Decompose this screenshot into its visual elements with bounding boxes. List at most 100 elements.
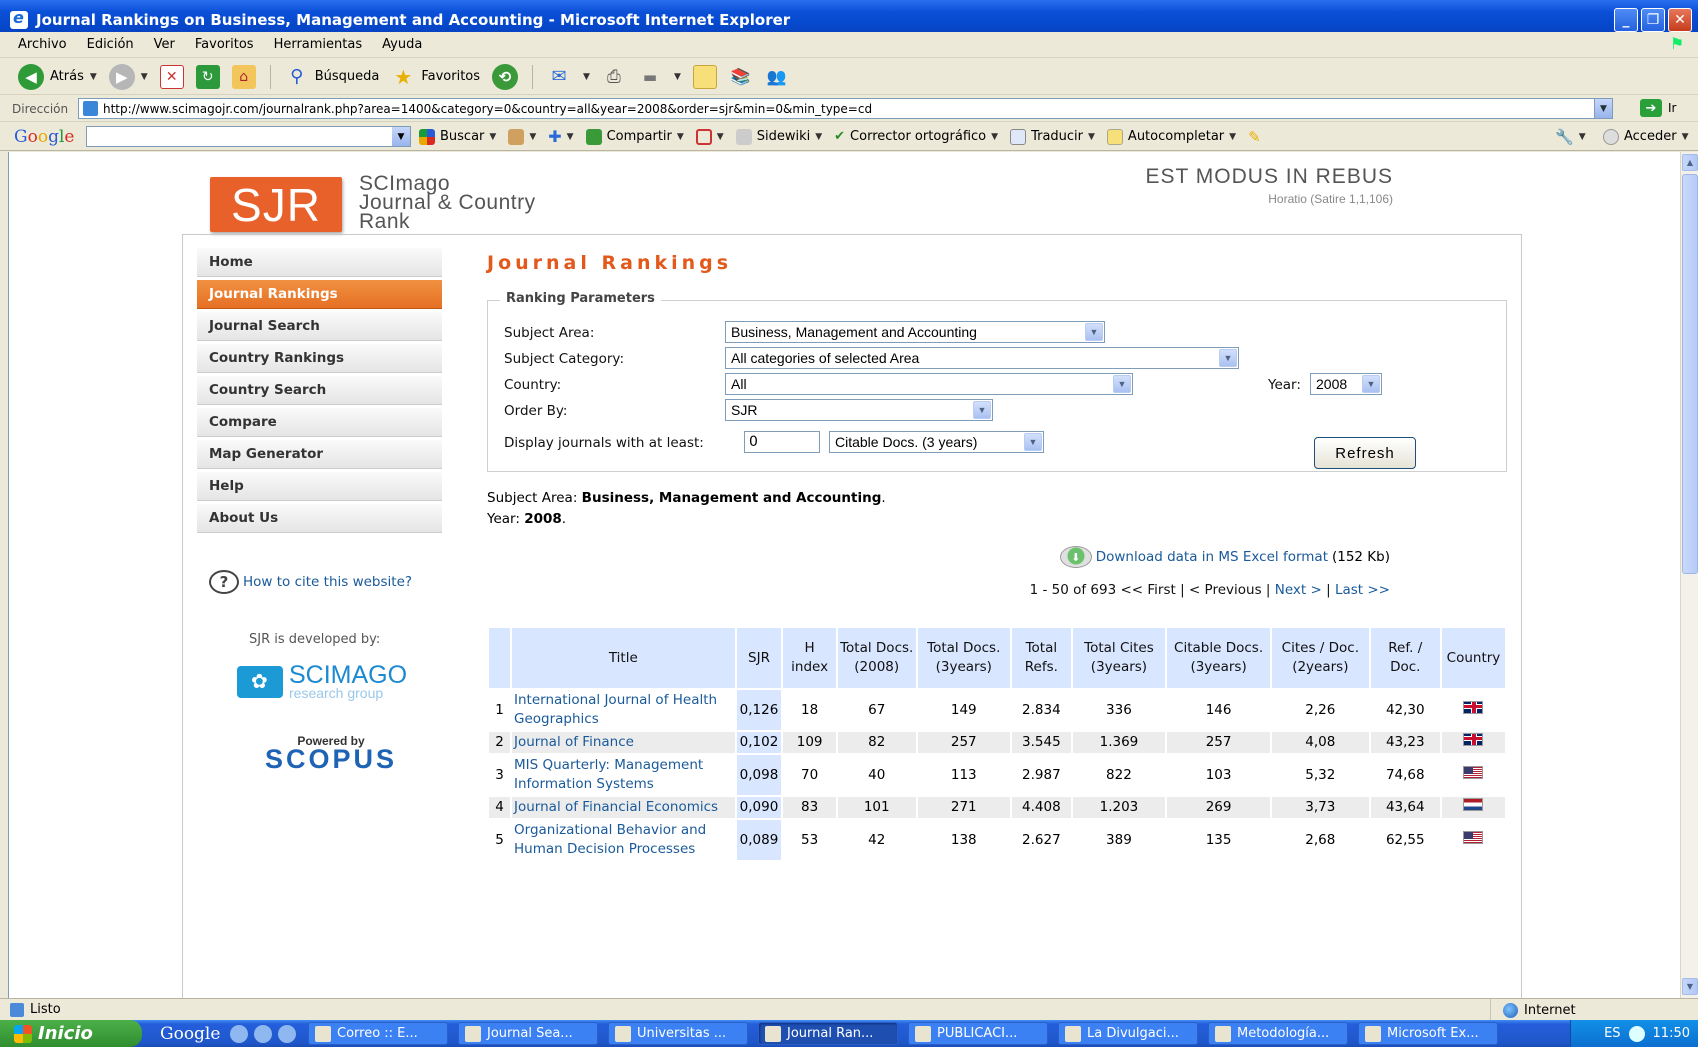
- chevron-down-icon[interactable]: ▼: [1594, 99, 1612, 118]
- home-icon[interactable]: ⌂: [231, 64, 256, 89]
- language-indicator[interactable]: ES: [1604, 1026, 1620, 1041]
- col-total-docs-2008[interactable]: Total Docs. (2008): [837, 628, 916, 688]
- refresh-button[interactable]: Refresh: [1314, 437, 1416, 469]
- minimize-button[interactable]: _: [1614, 8, 1638, 32]
- mail-icon[interactable]: ✉: [547, 65, 571, 89]
- scroll-up-icon[interactable]: ▲: [1682, 154, 1698, 171]
- nav-help[interactable]: Help: [197, 472, 442, 501]
- highlight-button[interactable]: ✎: [1248, 128, 1261, 146]
- download-excel[interactable]: ⬇ Download data in MS Excel format (152 …: [1059, 546, 1390, 568]
- scroll-thumb[interactable]: [1682, 174, 1698, 574]
- sidewiki-button[interactable]: Sidewiki ▼: [735, 128, 822, 145]
- maximize-button[interactable]: ❐: [1641, 8, 1665, 32]
- country-select[interactable]: All ▼: [725, 373, 1133, 395]
- spellcheck-button[interactable]: ✔ Corrector ortográfico ▼: [834, 129, 998, 144]
- journal-title-link[interactable]: MIS Quarterly: Management Information Sy…: [512, 755, 735, 795]
- nav-about-us[interactable]: About Us: [197, 504, 442, 533]
- taskbar-task[interactable]: PUBLICACI...: [908, 1022, 1048, 1045]
- edit-icon[interactable]: ▬: [638, 65, 662, 89]
- favorites-button[interactable]: ★ Favoritos: [391, 63, 480, 91]
- subject-category-select[interactable]: All categories of selected Area ▼: [725, 347, 1239, 369]
- nav-home[interactable]: Home: [197, 248, 442, 277]
- chevron-down-icon[interactable]: ▼: [141, 72, 148, 82]
- menu-favoritos[interactable]: Favoritos: [195, 37, 254, 52]
- quicklaunch-icon[interactable]: [230, 1024, 248, 1043]
- scimago-logo[interactable]: SCIMAGO research group: [237, 663, 407, 700]
- address-input[interactable]: http://www.scimagojr.com/journalrank.php…: [78, 98, 1613, 119]
- sjr-logo[interactable]: SJR: [210, 177, 342, 232]
- year-select[interactable]: 2008 ▼: [1310, 373, 1382, 395]
- nav-map-generator[interactable]: Map Generator: [197, 440, 442, 469]
- buscar-button[interactable]: Buscar ▼: [419, 128, 496, 145]
- translate-button[interactable]: Traducir ▼: [1010, 128, 1095, 145]
- subject-area-select[interactable]: Business, Management and Accounting ▼: [725, 321, 1105, 343]
- chevron-down-icon[interactable]: ▼: [674, 72, 681, 82]
- taskbar-task[interactable]: Universitas ...: [608, 1022, 748, 1045]
- col-cites-per-doc[interactable]: Cites / Doc. (2years): [1272, 628, 1369, 688]
- taskbar-task[interactable]: La Divulgaci...: [1058, 1022, 1198, 1045]
- refresh-icon[interactable]: ↻: [195, 64, 220, 89]
- col-total-cites-3y[interactable]: Total Cites (3years): [1072, 628, 1166, 688]
- quicklaunch-icon[interactable]: [254, 1024, 272, 1043]
- tray-icon[interactable]: [1628, 1025, 1645, 1042]
- plus-button[interactable]: ✚ ▼: [548, 127, 573, 146]
- journal-title-link[interactable]: International Journal of Health Geograph…: [512, 690, 735, 730]
- taskbar-google[interactable]: Google: [160, 1024, 230, 1044]
- history-icon[interactable]: ⟲: [492, 63, 519, 90]
- popup-blocker-button[interactable]: ▼: [695, 128, 724, 145]
- col-ref-per-doc[interactable]: Ref. / Doc.: [1370, 628, 1440, 688]
- google-search-input[interactable]: ▼: [86, 126, 411, 147]
- journal-title-link[interactable]: Organizational Behavior and Human Decisi…: [512, 820, 735, 860]
- nav-journal-search[interactable]: Journal Search: [197, 312, 442, 341]
- menu-edicion[interactable]: Edición: [87, 37, 134, 52]
- order-by-select[interactable]: SJR ▼: [725, 399, 993, 421]
- bookmarks-button[interactable]: ▼: [508, 128, 536, 145]
- col-title[interactable]: Title: [512, 628, 735, 688]
- col-total-refs[interactable]: Total Refs.: [1011, 628, 1071, 688]
- menu-archivo[interactable]: Archivo: [18, 37, 67, 52]
- scroll-down-icon[interactable]: ▼: [1682, 978, 1698, 995]
- go-button[interactable]: ➔ Ir: [1640, 99, 1676, 117]
- print-icon[interactable]: ⎙: [602, 65, 626, 89]
- download-link[interactable]: Download data in MS Excel format: [1096, 549, 1328, 565]
- start-button[interactable]: Inicio: [0, 1020, 142, 1047]
- paging-next[interactable]: Next >: [1275, 582, 1322, 598]
- nav-country-search[interactable]: Country Search: [197, 376, 442, 405]
- chevron-down-icon[interactable]: ▼: [583, 72, 590, 82]
- min-value-input[interactable]: 0: [744, 431, 820, 453]
- back-button[interactable]: ◀ Atrás ▼: [18, 63, 97, 91]
- chevron-down-icon[interactable]: ▼: [392, 127, 410, 146]
- min-type-select[interactable]: Citable Docs. (3 years) ▼: [829, 431, 1044, 453]
- taskbar-task[interactable]: Microsoft Ex...: [1358, 1022, 1498, 1045]
- quicklaunch-icon[interactable]: [278, 1024, 296, 1043]
- menu-ver[interactable]: Ver: [154, 37, 175, 52]
- forward-button[interactable]: ▶ ▼: [108, 63, 148, 91]
- taskbar-task[interactable]: Journal Sea...: [458, 1022, 598, 1045]
- col-country[interactable]: Country: [1441, 628, 1505, 688]
- menu-ayuda[interactable]: Ayuda: [382, 37, 422, 52]
- menu-herramientas[interactable]: Herramientas: [274, 37, 363, 52]
- col-total-docs-3y[interactable]: Total Docs. (3years): [917, 628, 1010, 688]
- vertical-scrollbar[interactable]: ▲ ▼: [1680, 152, 1698, 998]
- scopus-logo[interactable]: Powered by SCOPUS: [237, 734, 425, 773]
- search-button[interactable]: ⚲ Búsqueda: [285, 63, 379, 91]
- messenger-icon[interactable]: 👥: [765, 65, 789, 89]
- nav-compare[interactable]: Compare: [197, 408, 442, 437]
- col-citable-docs-3y[interactable]: Citable Docs. (3years): [1167, 628, 1271, 688]
- discuss-icon[interactable]: [692, 64, 717, 89]
- compartir-button[interactable]: Compartir ▼: [585, 128, 684, 145]
- journal-title-link[interactable]: Journal of Financial Economics: [512, 797, 735, 818]
- settings-button[interactable]: 🔧 ▼: [1555, 128, 1586, 146]
- taskbar-task[interactable]: Correo :: E...: [308, 1022, 448, 1045]
- close-button[interactable]: ✕: [1668, 8, 1692, 32]
- stop-icon[interactable]: ✕: [159, 64, 184, 89]
- chevron-down-icon[interactable]: ▼: [90, 72, 97, 82]
- journal-title-link[interactable]: Journal of Finance: [512, 732, 735, 753]
- research-icon[interactable]: 📚: [729, 65, 753, 89]
- acceder-button[interactable]: Acceder ▼: [1603, 128, 1688, 145]
- autofill-button[interactable]: Autocompletar ▼: [1106, 128, 1236, 145]
- col-h-index[interactable]: H index: [783, 628, 836, 688]
- nav-country-rankings[interactable]: Country Rankings: [197, 344, 442, 373]
- cite-link[interactable]: ? How to cite this website?: [209, 570, 412, 594]
- paging-last[interactable]: Last >>: [1335, 582, 1390, 598]
